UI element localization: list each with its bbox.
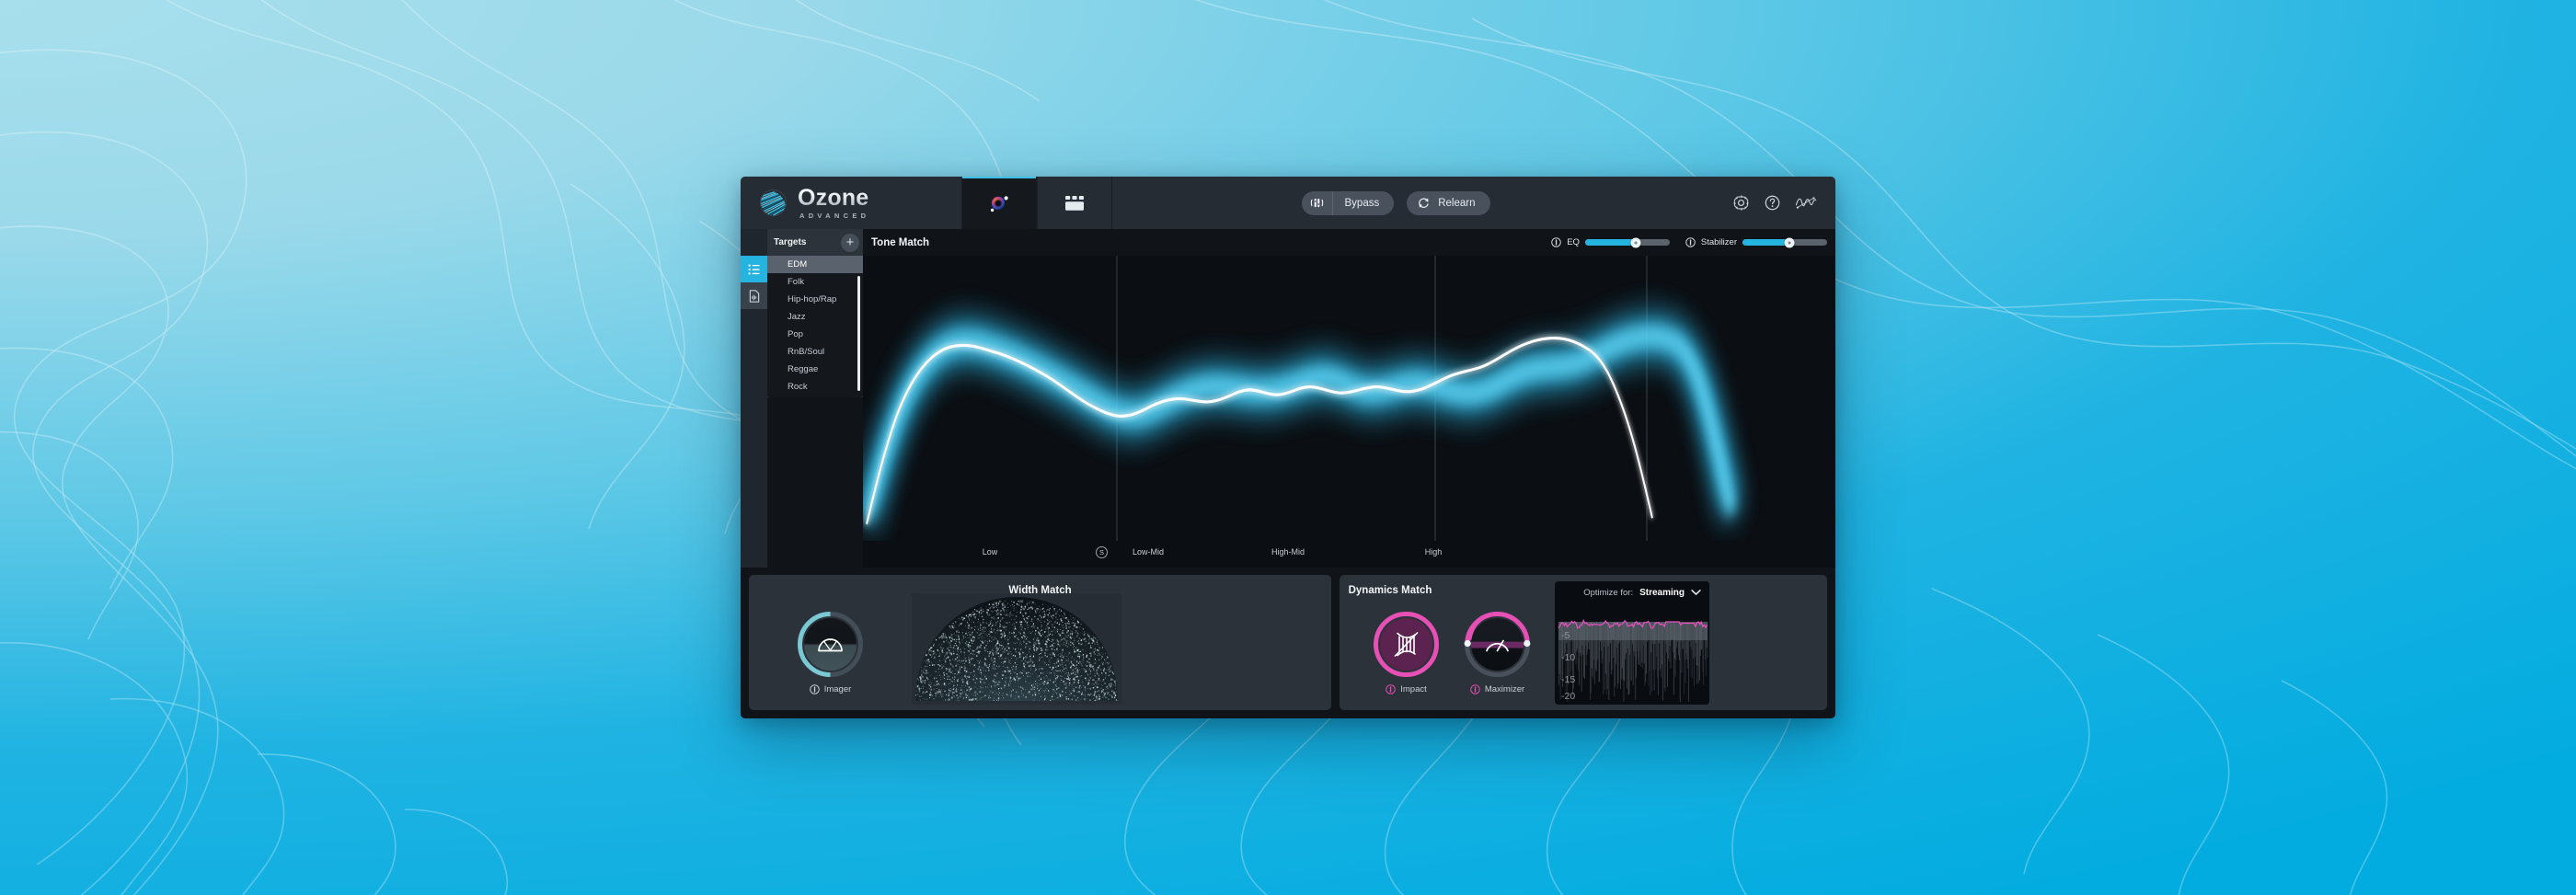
impact-knob-group: Impact: [1373, 611, 1440, 694]
target-list-item[interactable]: Jazz: [767, 308, 863, 326]
modules-tab[interactable]: [1037, 177, 1112, 229]
eq-label: EQ: [1567, 237, 1580, 247]
frequency-band-label: Low: [982, 547, 998, 557]
imager-knob-group: Imager: [797, 611, 864, 694]
bubble-icon: [990, 195, 1008, 212]
app-edition: ADVANCED: [799, 211, 870, 220]
svg-text:-5: -5: [1561, 630, 1570, 641]
stabilizer-power-icon[interactable]: [1685, 237, 1696, 247]
fader-icon[interactable]: [1302, 190, 1333, 215]
targets-header: Targets +: [767, 229, 863, 256]
target-list-item[interactable]: Rock: [767, 378, 863, 396]
bottom-panels: Width Match Imager Dynamics Match Impact…: [741, 568, 1835, 718]
impact-label: Impact: [1400, 684, 1427, 694]
impact-knob[interactable]: [1373, 611, 1440, 678]
impact-knob-label-row: Impact: [1386, 684, 1427, 694]
sidebar-item-targets-list[interactable]: [741, 256, 767, 282]
stabilizer-slider[interactable]: [1742, 237, 1827, 247]
loudness-waveform-svg: -5 -10 -15 -20: [1555, 580, 1709, 705]
eq-control: EQ: [1551, 237, 1670, 247]
svg-text:-20: -20: [1561, 691, 1575, 702]
loudness-graph[interactable]: Optimize for: Streaming -5 -10 -15 -20: [1555, 580, 1709, 705]
list-icon: [747, 263, 760, 275]
signature-icon[interactable]: [1795, 194, 1817, 212]
plugin-body: Targets + EDM Folk Hip-hop/Rap Jazz Pop RnB/S…: [741, 229, 1835, 568]
brand-area: Ozone ADVANCED: [741, 177, 961, 229]
relearn-button[interactable]: Relearn: [1407, 190, 1490, 215]
imager-knob[interactable]: [797, 611, 864, 678]
stabilizer-control: Stabilizer: [1685, 237, 1827, 247]
maximizer-knob[interactable]: [1464, 611, 1531, 678]
bypass-label: Bypass: [1344, 197, 1380, 209]
tone-match-title: Tone Match: [871, 236, 930, 248]
bubble-tab[interactable]: [961, 177, 1037, 229]
ozone-logo-icon: [759, 189, 788, 217]
app-name: Ozone: [798, 184, 869, 211]
imager-knob-label-row: Imager: [809, 684, 852, 694]
imager-label: Imager: [823, 684, 852, 694]
target-list-item[interactable]: RnB/Soul: [767, 343, 863, 361]
target-list-item[interactable]: EDM: [767, 256, 863, 273]
header-actions: Bypass Relearn: [1112, 177, 1679, 229]
eq-power-icon[interactable]: [1551, 237, 1561, 247]
target-list-item[interactable]: Reggae: [767, 361, 863, 378]
imager-power-icon[interactable]: [809, 684, 820, 694]
optimize-for-value[interactable]: Streaming: [1639, 588, 1685, 598]
sidebar-item-audio-file[interactable]: [741, 282, 767, 309]
svg-text:-10: -10: [1561, 652, 1575, 663]
header-utility-icons: [1679, 177, 1835, 229]
left-rail: [741, 229, 767, 568]
frequency-band-labels: S Low Low-Mid High-Mid High: [863, 541, 1835, 568]
relearn-label: Relearn: [1438, 197, 1476, 209]
tone-curve-svg: [863, 256, 1835, 541]
dynamics-match-panel: Dynamics Match Impact Maximizer Optimize…: [1340, 575, 1827, 710]
targets-panel: Targets + EDM Folk Hip-hop/Rap Jazz Pop RnB/S…: [767, 229, 863, 397]
targets-scrollbar[interactable]: [857, 276, 860, 391]
audio-file-icon: [749, 289, 759, 303]
brand-text: Ozone ADVANCED: [798, 184, 870, 220]
tone-curve-display[interactable]: [863, 256, 1835, 541]
tone-match-section: Tone Match EQ Stabilizer S Low Low-Mid H…: [767, 229, 1835, 568]
stabilizer-label: Stabilizer: [1700, 237, 1737, 247]
impact-power-icon[interactable]: [1386, 684, 1397, 694]
tone-match-controls: EQ Stabilizer: [1551, 229, 1827, 256]
maximizer-knob-group: Maximizer: [1464, 611, 1531, 694]
modules-grid-icon: [1065, 195, 1084, 211]
maximizer-label: Maximizer: [1484, 684, 1525, 694]
help-icon[interactable]: [1764, 194, 1781, 212]
gear-icon[interactable]: [1732, 194, 1750, 212]
eq-slider[interactable]: [1584, 237, 1670, 247]
plugin-header: Ozone ADVANCED Bypass Relearn: [741, 177, 1835, 229]
maximizer-knob-label-row: Maximizer: [1470, 684, 1524, 694]
optimize-for-label: Optimize for:: [1583, 587, 1634, 598]
add-target-button[interactable]: +: [841, 233, 859, 252]
vectorscope-display[interactable]: [912, 593, 1121, 705]
target-list-item[interactable]: Folk: [767, 273, 863, 291]
target-list-item[interactable]: Hip-hop/Rap: [767, 291, 863, 308]
chevron-down-icon[interactable]: [1691, 589, 1701, 596]
targets-title: Targets: [774, 237, 807, 247]
refresh-icon: [1419, 198, 1429, 208]
target-list-item[interactable]: Pop: [767, 326, 863, 343]
tone-match-header: Tone Match EQ Stabilizer: [863, 229, 1835, 256]
targets-list: EDM Folk Hip-hop/Rap Jazz Pop RnB/Soul Reggae R…: [767, 256, 863, 397]
ozone-plugin-window: Ozone ADVANCED Bypass Relearn Targets + …: [741, 177, 1835, 718]
frequency-band-label: Low-Mid: [1132, 547, 1165, 557]
maximizer-power-icon[interactable]: [1470, 684, 1480, 694]
svg-text:-15: -15: [1561, 674, 1575, 685]
solo-badge[interactable]: S: [1096, 546, 1108, 558]
optimize-for-control: Optimize for: Streaming: [1583, 588, 1701, 598]
bypass-button[interactable]: Bypass: [1301, 190, 1395, 215]
frequency-band-label: High-Mid: [1271, 547, 1305, 557]
header-tabs: [961, 177, 1112, 229]
frequency-band-label: High: [1424, 547, 1443, 557]
